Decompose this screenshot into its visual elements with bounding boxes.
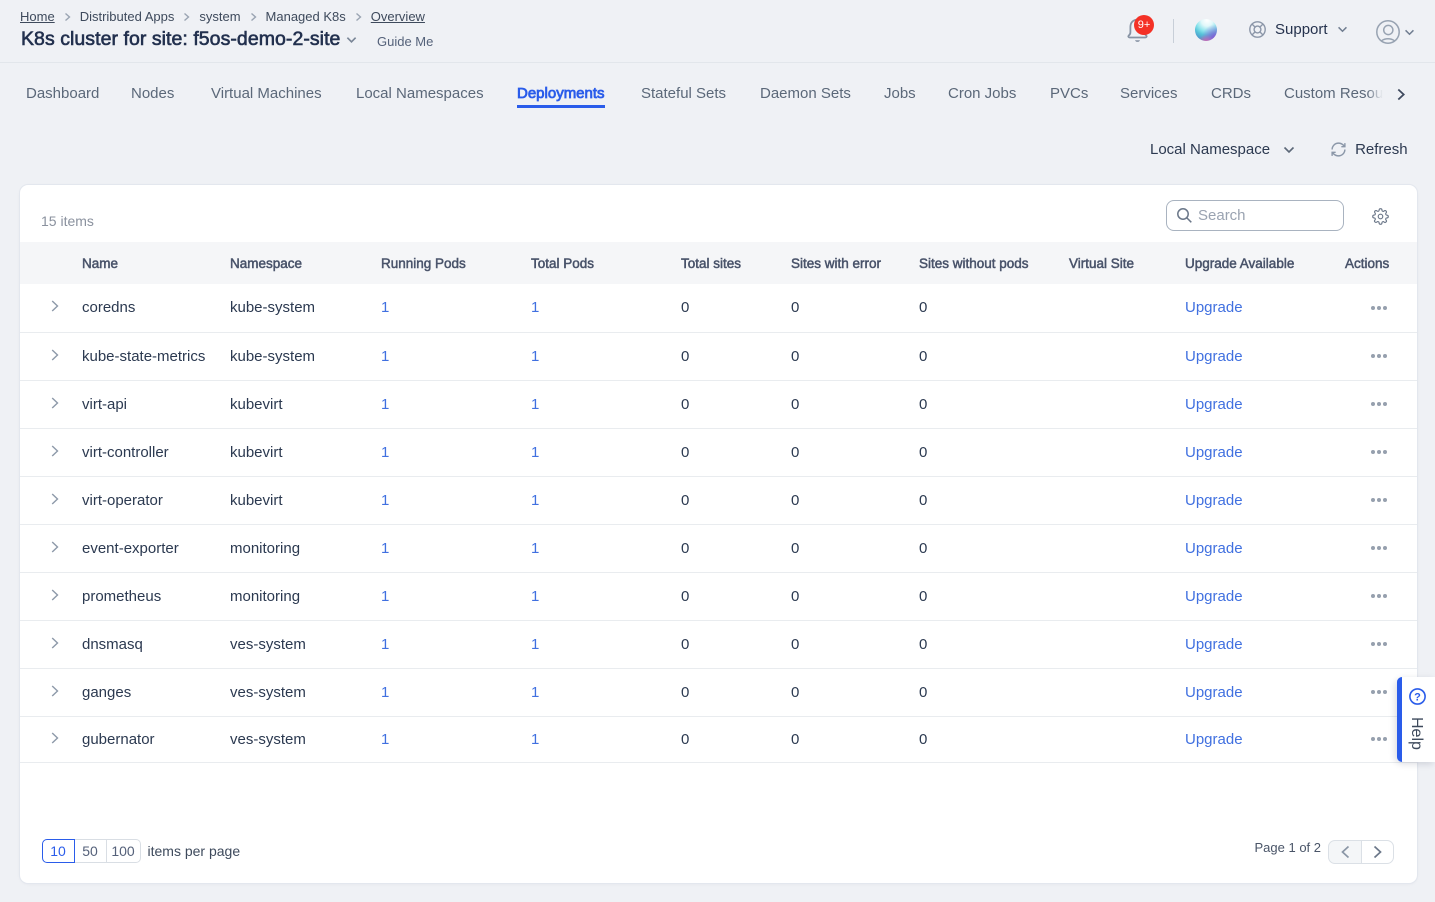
svg-text:?: ? bbox=[1414, 692, 1421, 704]
